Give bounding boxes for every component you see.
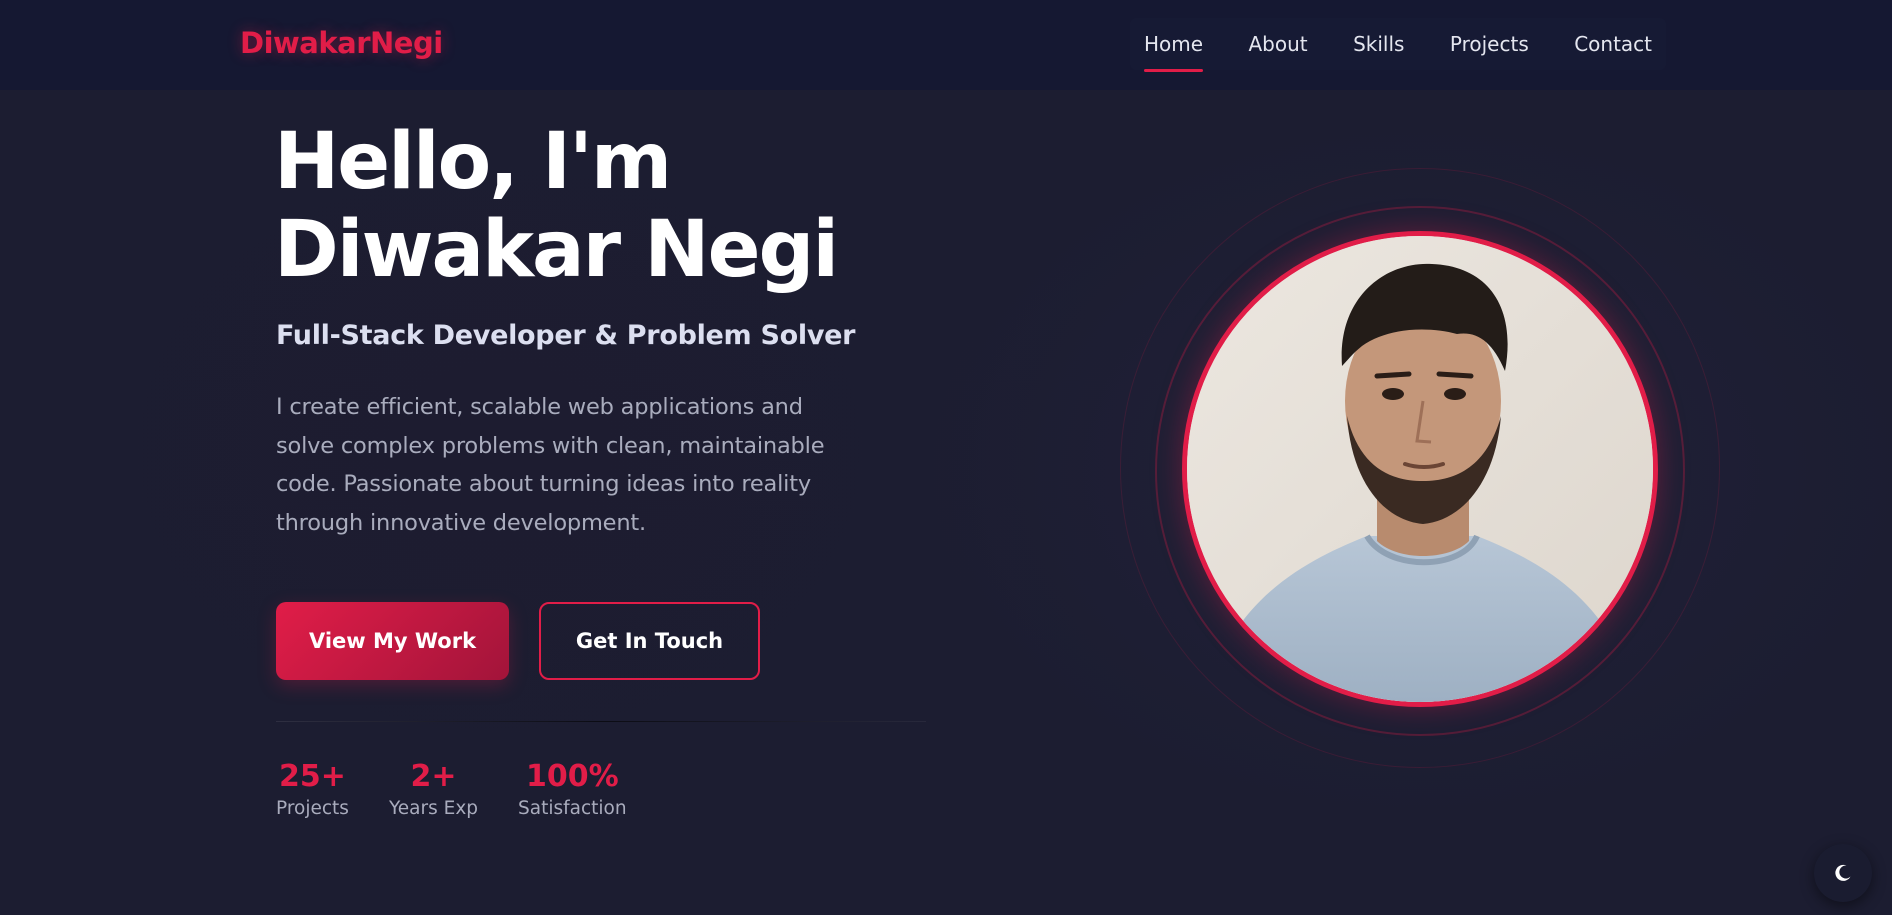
stats-divider xyxy=(276,721,926,722)
navbar: DiwakarNegi Home About Skills Projects C… xyxy=(0,0,1892,90)
stat-value: 25+ xyxy=(279,759,346,794)
stat-value: 2+ xyxy=(410,759,457,794)
stat-label: Years Exp xyxy=(388,798,479,819)
hero-description: I create efficient, scalable web applica… xyxy=(276,394,825,536)
moon-icon xyxy=(1835,864,1851,881)
logo[interactable]: DiwakarNegi xyxy=(240,26,443,60)
stats: 25+ Projects 2+ Years Exp 100% Satisfact… xyxy=(276,758,667,819)
hero-subtitle: Full-Stack Developer & Problem Solver xyxy=(276,320,856,351)
hero-title-line2: Diwakar Negi xyxy=(274,205,839,295)
stat-value: 100% xyxy=(525,759,619,794)
hero-title: Hello, I'm Diwakar Negi xyxy=(274,117,839,295)
stat-satisfaction: 100% Satisfaction xyxy=(518,758,627,819)
stat-label: Satisfaction xyxy=(518,798,627,819)
nav-item-projects[interactable]: Projects xyxy=(1450,32,1529,56)
profile-photo xyxy=(1182,231,1658,707)
nav-links: Home About Skills Projects Contact xyxy=(1130,18,1666,72)
page: DiwakarNegi Home About Skills Projects C… xyxy=(0,0,1892,915)
stat-label: Projects xyxy=(276,798,349,819)
profile-photo-illustration xyxy=(1187,236,1653,702)
hero-title-line1: Hello, I'm xyxy=(274,117,672,207)
get-in-touch-button[interactable]: Get In Touch xyxy=(539,602,760,680)
nav-item-home[interactable]: Home xyxy=(1144,32,1204,72)
nav-item-skills[interactable]: Skills xyxy=(1353,32,1404,56)
stat-projects: 25+ Projects xyxy=(276,758,349,819)
nav-item-contact[interactable]: Contact xyxy=(1574,32,1652,56)
theme-toggle-button[interactable] xyxy=(1814,844,1872,902)
stat-years-exp: 2+ Years Exp xyxy=(389,758,478,819)
view-my-work-button[interactable]: View My Work xyxy=(276,602,509,680)
nav-item-about[interactable]: About xyxy=(1249,32,1308,56)
